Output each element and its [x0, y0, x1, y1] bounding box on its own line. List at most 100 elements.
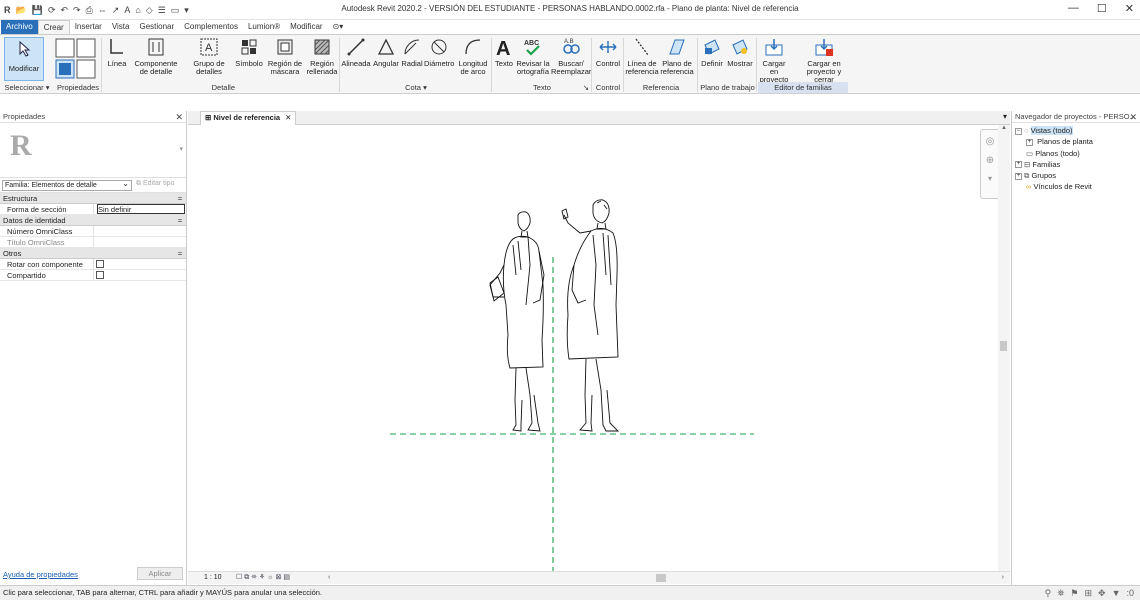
section-otros[interactable]: Otros ≈ — [0, 248, 186, 259]
texto-dialog-launcher-icon[interactable]: ↘ — [583, 82, 589, 93]
tree-item-vistas[interactable]: − ◌ Vistas (todo) — [1012, 125, 1140, 136]
tree-item-planos-planta[interactable]: + Planos de planta — [1012, 136, 1140, 147]
type-dropdown-icon[interactable]: ▾ — [179, 145, 183, 153]
select-underlay-icon[interactable]: ⛯ — [1057, 586, 1064, 600]
control-button[interactable]: Control — [593, 37, 623, 83]
drag-elements-icon[interactable]: ✥ — [1098, 586, 1106, 600]
filter-icon[interactable]: ▼ — [1112, 586, 1121, 600]
view-control-bar: 1 : 10 ☐⧉⛯⚘☼⊠▤ ‹ › — [188, 571, 1010, 584]
collapse-icon[interactable]: ≈ — [178, 248, 182, 259]
vertical-scroll-thumb[interactable] — [1000, 341, 1007, 351]
close-icon[interactable]: ✕ — [1125, 2, 1134, 15]
scroll-up-icon[interactable]: ▲ — [998, 125, 1010, 131]
collapse-icon[interactable]: − — [1015, 127, 1022, 135]
expand-icon[interactable]: + — [1015, 161, 1022, 169]
ribbon-tabs: Archivo Crear Insertar Vista Gestionar C… — [0, 20, 1140, 34]
horizontal-scroll-thumb[interactable] — [656, 574, 666, 582]
type-selector[interactable]: R ▾ — [0, 123, 186, 178]
group-editor-familias: Editor de familias — [758, 82, 848, 93]
tab-crear[interactable]: Crear — [37, 20, 70, 34]
linea-label: Línea — [107, 59, 127, 68]
select-by-face-icon[interactable]: ⊞ — [1084, 586, 1092, 600]
rotar-componente-checkbox[interactable] — [96, 260, 104, 268]
project-browser-header: Navegador de proyectos - PERSO... ✕ — [1012, 111, 1140, 123]
linea-button[interactable]: Línea — [104, 37, 130, 83]
rotar-componente-label: Rotar con componente — [0, 259, 94, 269]
section-estructura[interactable]: Estructura ≈ — [0, 193, 186, 204]
buscar-button[interactable]: A.B Buscar/ Reemplazar — [551, 37, 591, 83]
selection-links-icon[interactable]: ⚲ — [1045, 586, 1052, 600]
ribbon-options-icon[interactable]: ⊙▾ — [328, 20, 349, 34]
tree-item-grupos[interactable]: + ⧉ Grupos — [1012, 170, 1140, 181]
tree-item-planos[interactable]: ▭ Planos (todo) — [1012, 148, 1140, 159]
expand-icon[interactable]: + — [1026, 138, 1033, 146]
steering-wheel-icon[interactable]: ◎ — [981, 136, 999, 147]
tab-vista[interactable]: Vista — [107, 20, 135, 34]
apply-button[interactable]: Aplicar — [137, 567, 183, 580]
tab-modificar[interactable]: Modificar — [285, 20, 327, 34]
group-cota[interactable]: Cota ▾ — [341, 82, 491, 93]
forma-seccion-field[interactable]: Sin definir — [97, 204, 185, 214]
cargar-proyecto-button[interactable]: Cargar en proyecto — [758, 37, 790, 84]
simbolo-button[interactable]: Símbolo — [233, 37, 265, 83]
tab-insertar[interactable]: Insertar — [70, 20, 107, 34]
select-pinned-icon[interactable]: ⚑ — [1070, 586, 1078, 600]
status-text: Clic para seleccionar, TAB para alternar… — [3, 588, 323, 597]
omniclass-number-field[interactable] — [94, 226, 186, 236]
region-rellenada-button[interactable]: Región rellenada — [304, 37, 340, 83]
close-icon[interactable]: ✕ — [285, 113, 291, 122]
alineada-button[interactable]: Alineada — [341, 37, 371, 83]
texto-button[interactable]: A Texto — [493, 37, 515, 83]
vertical-scrollbar[interactable]: ▲ — [998, 125, 1010, 571]
minimize-icon[interactable]: — — [1068, 2, 1079, 15]
angular-button[interactable]: Angular — [371, 37, 401, 83]
cargar-cerrar-button[interactable]: Cargar en proyecto y cerrar — [798, 37, 850, 84]
cargar-cerrar-label: Cargar en proyecto y cerrar — [806, 59, 842, 84]
mostrar-button[interactable]: Mostrar — [726, 37, 754, 83]
collapse-icon[interactable]: ≈ — [178, 215, 182, 226]
tab-lumion[interactable]: Lumion® — [243, 20, 285, 34]
plano-referencia-button[interactable]: Plano de referencia — [660, 37, 694, 83]
tab-gestionar[interactable]: Gestionar — [134, 20, 179, 34]
navigation-bar: ◎ ⊕ ▾ — [980, 129, 1000, 199]
scroll-left-icon[interactable]: ‹ — [328, 572, 330, 584]
tab-complementos[interactable]: Complementos — [179, 20, 243, 34]
close-icon[interactable]: ✕ — [175, 111, 183, 123]
tab-dropdown-icon[interactable]: ▾ — [1003, 112, 1007, 121]
properties-icon[interactable] — [55, 38, 97, 80]
close-icon[interactable]: ✕ — [1129, 111, 1137, 123]
properties-help-link[interactable]: Ayuda de propiedades — [3, 570, 78, 579]
tab-nivel-referencia[interactable]: ⊞ Nivel de referencia ✕ — [200, 111, 297, 125]
person-right-figure[interactable] — [561, 199, 620, 432]
view-control-icons[interactable]: ☐⧉⛯⚘☼⊠▤ — [236, 572, 292, 584]
region-mascara-button[interactable]: Región de máscara — [266, 37, 304, 83]
diametro-button[interactable]: Diámetro — [424, 37, 454, 83]
linea-referencia-button[interactable]: Línea de referencia — [625, 37, 659, 83]
maximize-icon[interactable]: ☐ — [1097, 2, 1107, 15]
group-seleccionar[interactable]: Seleccionar ▾ — [2, 82, 52, 93]
scroll-right-icon[interactable]: › — [1002, 572, 1004, 584]
section-identidad[interactable]: Datos de identidad ≈ — [0, 215, 186, 226]
zoom-icon[interactable]: ⊕ — [981, 155, 999, 166]
svg-text:A: A — [205, 42, 213, 54]
edit-type-button[interactable]: ⧉ Editar tipo — [136, 180, 174, 188]
family-filter-select[interactable]: Familia: Elementos de detalle — [2, 179, 132, 191]
tree-item-familias[interactable]: + ⊟ Familias — [1012, 159, 1140, 170]
radial-button[interactable]: Radial — [401, 37, 423, 83]
definir-button[interactable]: Definir — [699, 37, 725, 83]
person-left-figure[interactable] — [489, 211, 545, 432]
drawing-canvas[interactable]: ◎ ⊕ ▾ — [188, 125, 1010, 571]
tree-item-vinculos[interactable]: ∞ Vínculos de Revit — [1012, 181, 1140, 192]
compartido-checkbox[interactable] — [96, 271, 104, 279]
grupo-button[interactable]: A Grupo de detalles — [188, 37, 230, 83]
sheet-icon: ▭ — [1026, 148, 1034, 158]
componente-button[interactable]: Componente de detalle — [130, 37, 182, 83]
longitud-arco-button[interactable]: Longitud de arco — [456, 37, 490, 83]
revisar-button[interactable]: ABC Revisar la ortografía — [516, 37, 550, 83]
masking-region-icon — [277, 39, 293, 55]
expand-icon[interactable]: + — [1015, 172, 1022, 180]
navbar-dropdown-icon[interactable]: ▾ — [981, 174, 999, 183]
collapse-icon[interactable]: ≈ — [178, 193, 182, 204]
tab-archivo[interactable]: Archivo — [1, 20, 38, 34]
view-scale[interactable]: 1 : 10 — [204, 572, 222, 584]
